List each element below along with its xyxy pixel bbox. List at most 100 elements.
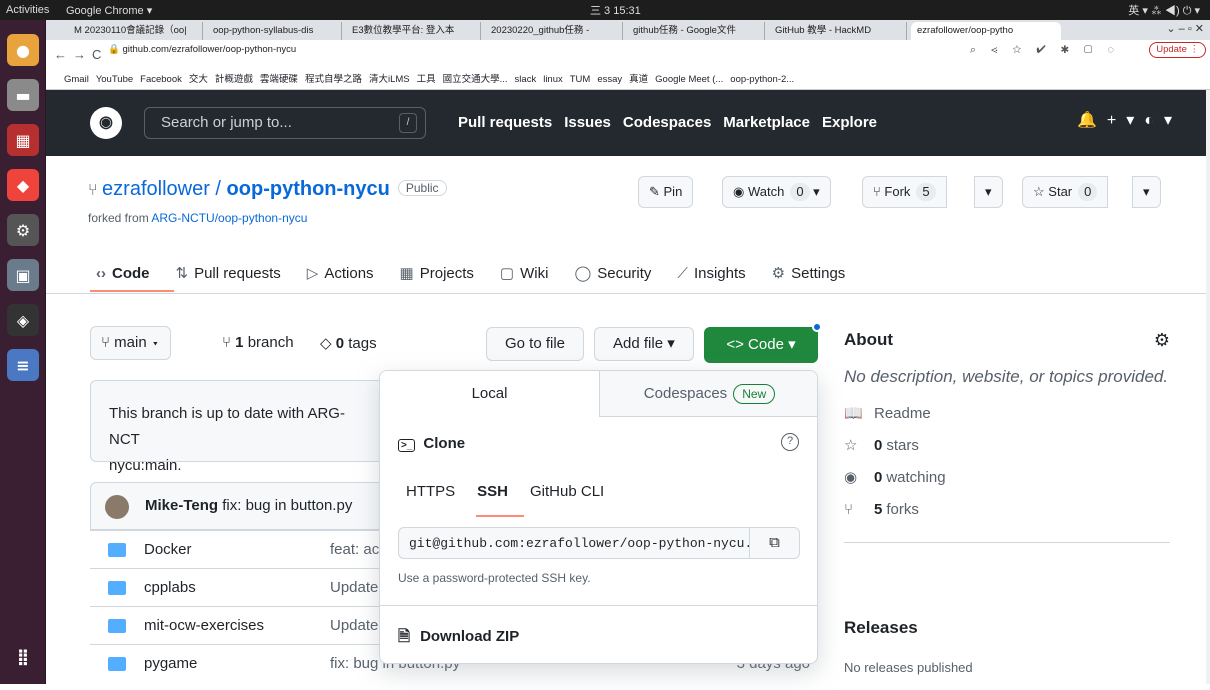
forked-source-link[interactable]: ARG-NCTU/oop-python-nycu: [151, 211, 307, 225]
scrollbar[interactable]: [1206, 90, 1210, 684]
address-icons[interactable]: ⌕ ⋖ ☆ ✔ ✱ ▢ ◌: [970, 44, 1120, 57]
bookmark-item[interactable]: linux: [543, 74, 563, 85]
tab-security[interactable]: ◯ Security: [574, 264, 651, 282]
ssh-url-field[interactable]: [399, 528, 749, 558]
bookmark-item[interactable]: slack: [515, 74, 537, 85]
tab-pull-requests[interactable]: ⇅ Pull requests: [176, 264, 281, 282]
releases-title[interactable]: Releases: [844, 618, 918, 638]
system-tray[interactable]: 英 ▾ ⁂ ◀) ⏻ ▾: [1128, 2, 1200, 18]
browser-tab[interactable]: ezrafollower/oop-pytho: [911, 22, 1061, 40]
search-input[interactable]: Search or jump to... /: [144, 107, 426, 139]
repo-owner-link[interactable]: ezrafollower: [102, 178, 210, 200]
tags-link[interactable]: ◇ 0 tags: [320, 334, 377, 352]
dock-unity-icon[interactable]: ◈: [7, 304, 39, 336]
bookmark-item[interactable]: Gmail: [64, 74, 89, 85]
file-name[interactable]: cpplabs: [144, 579, 196, 596]
browser-tab[interactable]: oop-python-syllabus-dis: [207, 22, 342, 40]
protocol-https[interactable]: HTTPS: [406, 483, 455, 500]
file-commit-msg[interactable]: Update: [330, 579, 378, 596]
tab-icon: ▦: [399, 265, 414, 282]
browser-tab[interactable]: GitHub 教學 - HackMD: [769, 22, 907, 40]
bookmark-item[interactable]: 計概遊戲: [215, 74, 253, 85]
stars-link[interactable]: ☆ 0 stars: [844, 436, 1170, 454]
watch-button[interactable]: ◉ Watch 0 ▾: [722, 176, 831, 208]
global-nav-codespaces[interactable]: Codespaces: [623, 114, 711, 131]
fork-dropdown[interactable]: ▾: [974, 176, 1003, 208]
global-nav-marketplace[interactable]: Marketplace: [723, 114, 810, 131]
readme-link[interactable]: 📖 Readme: [844, 404, 1170, 422]
bookmark-item[interactable]: Facebook: [140, 74, 182, 85]
header-actions[interactable]: 🔔+▾◐▾: [1077, 110, 1182, 130]
commit-author[interactable]: Mike-Teng: [145, 497, 218, 514]
browser-tab[interactable]: github任務 - Google文件: [627, 22, 765, 40]
add-file-button[interactable]: Add file ▾: [594, 327, 694, 361]
file-name[interactable]: pygame: [144, 655, 197, 672]
tab-wiki[interactable]: ▢ Wiki: [500, 264, 549, 282]
forks-link[interactable]: ⑂ 5 forks: [844, 500, 1170, 518]
dock-files-icon[interactable]: ▬: [7, 79, 39, 111]
tab-code[interactable]: ‹› Code: [96, 265, 150, 282]
tab-projects[interactable]: ▦ Projects: [400, 264, 474, 282]
avatar[interactable]: [105, 495, 129, 519]
tab-codespaces[interactable]: Codespaces New: [599, 371, 817, 417]
file-name[interactable]: mit-ocw-exercises: [144, 617, 264, 634]
copy-icon[interactable]: ⧉: [749, 528, 799, 558]
bookmark-item[interactable]: essay: [597, 74, 622, 85]
window-controls[interactable]: ⌄ – ▫ ✕: [1166, 22, 1204, 35]
bookmark-item[interactable]: 程式自學之路: [305, 74, 362, 85]
nav-buttons[interactable]: ←→C: [54, 47, 107, 62]
bookmark-item[interactable]: 國立交通大學...: [443, 74, 508, 85]
dock-doc-icon[interactable]: ≡: [7, 349, 39, 381]
tab-insights[interactable]: ⟋ Insights: [677, 265, 745, 282]
tab-settings[interactable]: ⚙ Settings: [772, 264, 846, 282]
bookmark-item[interactable]: 雲端硬碟: [260, 74, 298, 85]
clock[interactable]: 三 3 15:31: [590, 2, 641, 18]
bookmark-item[interactable]: 工具: [417, 74, 436, 85]
dock-video-icon[interactable]: ▣: [7, 259, 39, 291]
file-commit-msg[interactable]: feat: ac: [330, 541, 379, 558]
dock-anydesk-icon[interactable]: ◆: [7, 169, 39, 201]
protocol-ssh[interactable]: SSH: [477, 483, 508, 500]
download-zip-button[interactable]: 🗎 Download ZIP: [380, 605, 817, 663]
tab-actions[interactable]: ▷ Actions: [307, 264, 374, 282]
star-button[interactable]: ☆ Star 0: [1022, 176, 1109, 208]
url-field[interactable]: 🔒 github.com/ezrafollower/oop-python-nyc…: [108, 44, 296, 56]
bookmark-item[interactable]: Google Meet (...: [655, 74, 723, 85]
branch-count-link[interactable]: ⑂ 1 branch: [222, 334, 294, 351]
watching-link[interactable]: ◉ 0 watching: [844, 468, 1170, 486]
show-apps-icon[interactable]: ⣿: [7, 640, 39, 672]
dock-chrome-icon[interactable]: ●: [7, 34, 39, 66]
commit-message[interactable]: fix: bug in button.py: [218, 497, 352, 514]
update-button[interactable]: Update ⋮: [1149, 42, 1206, 58]
app-menu[interactable]: Google Chrome ▾: [66, 4, 152, 17]
gear-icon[interactable]: ⚙: [1154, 330, 1170, 351]
tab-local[interactable]: Local: [380, 371, 599, 417]
browser-tab[interactable]: M 20230110會議記錄（oo|: [68, 22, 203, 40]
bookmark-item[interactable]: 真道: [629, 74, 648, 85]
browser-tab[interactable]: 20230220_github任務 -: [485, 22, 623, 40]
code-button[interactable]: <> Code ▾: [704, 327, 818, 363]
bookmark-item[interactable]: 交大: [189, 74, 208, 85]
global-nav-explore[interactable]: Explore: [822, 114, 877, 131]
bookmark-item[interactable]: oop-python-2...: [730, 74, 794, 85]
go-to-file-button[interactable]: Go to file: [486, 327, 585, 361]
fork-button[interactable]: ⑂ Fork 5: [862, 176, 947, 208]
pin-button[interactable]: ✎ Pin: [638, 176, 694, 208]
file-commit-msg[interactable]: Update: [330, 617, 378, 634]
bookmark-item[interactable]: TUM: [570, 74, 591, 85]
browser-tab[interactable]: E3數位教學平台: 登入本: [346, 22, 481, 40]
global-nav-pull-requests[interactable]: Pull requests: [458, 114, 552, 131]
bookmark-item[interactable]: 清大iLMS: [369, 74, 410, 85]
file-name[interactable]: Docker: [144, 541, 192, 558]
protocol-github-cli[interactable]: GitHub CLI: [530, 483, 604, 500]
global-nav-issues[interactable]: Issues: [564, 114, 611, 131]
help-icon[interactable]: ?: [781, 433, 799, 451]
dock-settings-icon[interactable]: ⚙: [7, 214, 39, 246]
github-logo-icon[interactable]: ◉: [90, 107, 122, 139]
branch-selector[interactable]: ⑂ main ▾: [90, 326, 171, 360]
repo-name-link[interactable]: oop-python-nycu: [227, 178, 390, 200]
activities-button[interactable]: Activities: [0, 4, 60, 16]
dock-app-red-icon[interactable]: ▦: [7, 124, 39, 156]
star-dropdown[interactable]: ▾: [1132, 176, 1161, 208]
bookmark-item[interactable]: YouTube: [96, 74, 133, 85]
